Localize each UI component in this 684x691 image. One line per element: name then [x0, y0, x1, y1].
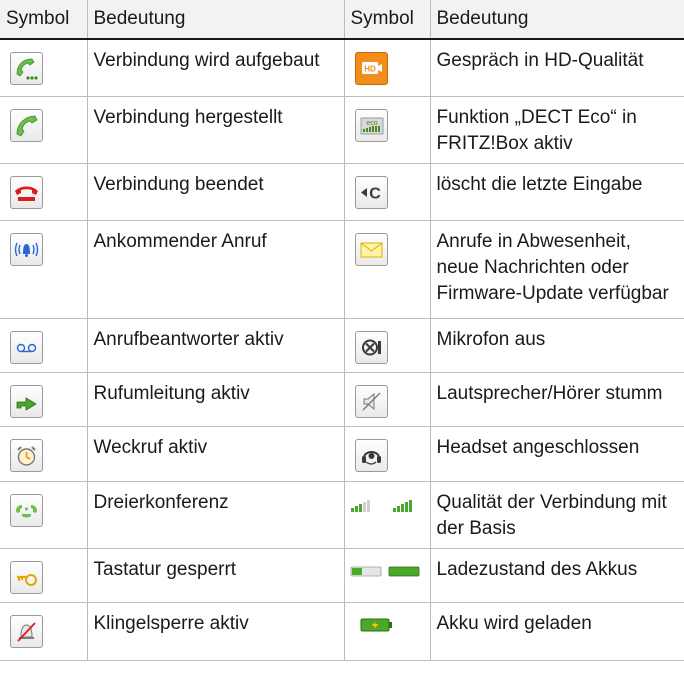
meaning-cell: Weckruf aktiv — [86, 426, 344, 482]
table-row: Verbindung wird aufgebaut HD Gespräch in… — [0, 39, 684, 97]
symbol-cell — [0, 96, 87, 164]
meaning-cell: Tastatur gesperrt — [86, 548, 344, 603]
meaning-cell: Anrufe in Abwesenheit, neue Nachrichten … — [429, 220, 684, 319]
call-forward-arrow-icon — [10, 384, 43, 418]
voicemail-icon — [10, 330, 43, 364]
symbol-cell: C — [343, 163, 430, 221]
svg-text:C: C — [369, 185, 381, 202]
symbol-cell — [343, 426, 430, 482]
table-header-row: Symbol Bedeutung Symbol Bedeutung — [0, 0, 684, 40]
table-row: Ankommender Anruf Anrufe in Abwesenheit,… — [0, 220, 684, 319]
symbol-cell — [343, 602, 430, 661]
meaning-cell: Gespräch in HD-Qualität — [429, 39, 684, 97]
symbol-cell — [343, 372, 430, 427]
battery-charging-icon — [359, 615, 395, 643]
key-icon — [10, 560, 43, 594]
symbol-cell — [343, 548, 430, 603]
symbol-cell — [0, 548, 87, 603]
symbol-cell — [0, 372, 87, 427]
meaning-cell: Verbindung wird aufgebaut — [86, 39, 344, 97]
symbol-cell — [0, 39, 87, 97]
meaning-cell: Lautsprecher/Hörer stumm — [429, 372, 684, 427]
meaning-cell: Klingelsperre aktiv — [86, 602, 344, 661]
red-phone-icon — [10, 175, 43, 209]
microphone-off-icon — [354, 330, 388, 364]
hd-quality-icon: HD — [354, 52, 388, 85]
symbol-cell — [0, 318, 87, 373]
dect-eco-icon: eco — [354, 108, 388, 142]
table-row: Tastatur gesperrt Ladezustand des Akkus — [0, 548, 684, 603]
conference-icon — [10, 493, 43, 527]
table-row: Rufumleitung aktiv Lautsprecher/Hörer st… — [0, 372, 684, 427]
header-meaning-left: Bedeutung — [86, 0, 344, 40]
meaning-cell: Rufumleitung aktiv — [86, 372, 344, 427]
meaning-cell: Ankommender Anruf — [86, 220, 344, 319]
meaning-cell: Qualität der Verbindung mit der Basis — [429, 481, 684, 549]
meaning-cell: Dreierkonferenz — [86, 481, 344, 549]
symbol-legend: Symbol Bedeutung Symbol Bedeutung Verbin… — [0, 0, 684, 691]
symbol-cell — [0, 426, 87, 482]
symbol-cell — [0, 163, 87, 221]
header-symbol-right: Symbol — [343, 0, 430, 40]
symbol-table: Symbol Bedeutung Symbol Bedeutung Verbin… — [0, 0, 684, 661]
meaning-cell: Mikrofon aus — [429, 318, 684, 373]
bell-muted-icon — [10, 614, 43, 648]
meaning-cell: Headset angeschlossen — [429, 426, 684, 482]
table-row: Verbindung hergestellt eco Funktion „DEC… — [0, 96, 684, 164]
ringing-bell-icon — [10, 232, 43, 266]
green-phone-icon — [10, 108, 43, 142]
speaker-muted-icon — [354, 384, 388, 418]
symbol-cell — [343, 481, 430, 549]
symbol-cell — [0, 220, 87, 319]
header-meaning-right: Bedeutung — [429, 0, 684, 40]
battery-level-icon — [349, 561, 425, 587]
svg-text:eco: eco — [366, 120, 377, 127]
meaning-cell: Verbindung beendet — [86, 163, 344, 221]
table-row: Weckruf aktiv Headset angeschlossen — [0, 426, 684, 482]
delete-c-icon: C — [354, 175, 388, 209]
envelope-icon — [354, 232, 388, 266]
meaning-cell: Akku wird geladen — [429, 602, 684, 661]
table-row: Verbindung beendet C löscht die letzte E… — [0, 163, 684, 221]
meaning-cell: Ladezustand des Akkus — [429, 548, 684, 603]
connecting-phone-icon — [10, 52, 43, 85]
symbol-cell: HD — [343, 39, 430, 97]
meaning-cell: Anrufbeantworter aktiv — [86, 318, 344, 373]
meaning-cell: Verbindung hergestellt — [86, 96, 344, 164]
meaning-cell: Funktion „DECT Eco“ in FRITZ!Box aktiv — [429, 96, 684, 164]
signal-bars-icon — [349, 494, 425, 522]
header-symbol-left: Symbol — [0, 0, 87, 40]
headset-icon — [354, 438, 388, 472]
alarm-clock-icon — [10, 438, 43, 472]
table-row: Dreierkonferenz Qualität der Verbindung … — [0, 481, 684, 549]
symbol-cell — [343, 220, 430, 319]
meaning-cell: löscht die letzte Eingabe — [429, 163, 684, 221]
symbol-cell — [343, 318, 430, 373]
table-row: Anrufbeantworter aktiv Mikrofon aus — [0, 318, 684, 373]
table-row: Klingelsperre aktiv Akku wird geladen — [0, 602, 684, 661]
symbol-cell — [0, 602, 87, 661]
symbol-cell — [0, 481, 87, 549]
symbol-cell: eco — [343, 96, 430, 164]
svg-text:HD: HD — [364, 65, 376, 74]
